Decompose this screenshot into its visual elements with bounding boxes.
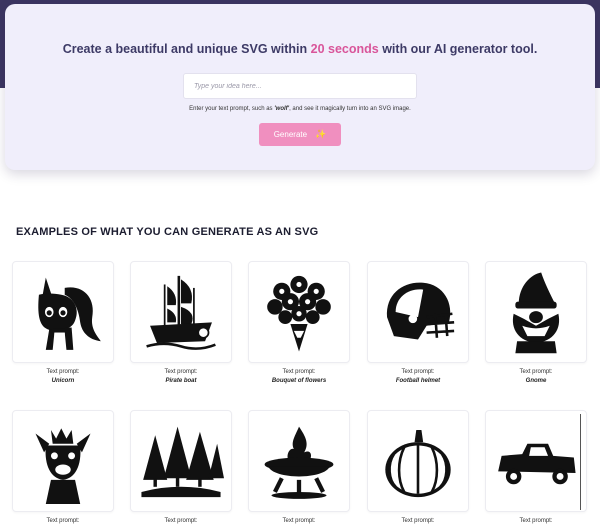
- example-caption: Text prompt:: [164, 518, 198, 524]
- example-card-pumpkin[interactable]: [367, 410, 469, 512]
- prompt-hint: Enter your text prompt, such as 'wolf', …: [189, 106, 411, 112]
- example-caption: Text prompt:: [282, 518, 316, 524]
- bouquet-image: [267, 275, 331, 352]
- hero-title: Create a beautiful and unique SVG within…: [62, 42, 538, 56]
- hint-example: 'wolf': [274, 106, 290, 112]
- pickup-truck-image: [498, 443, 576, 485]
- example-name: Bouquet of flowers: [271, 378, 327, 384]
- example-caption: Text prompt:: [519, 518, 553, 524]
- sparkle-icon: ✨: [315, 129, 327, 139]
- example-card-pirate-boat[interactable]: [130, 261, 232, 363]
- example-card-football-helmet[interactable]: [367, 261, 469, 363]
- example-card-unicorn[interactable]: [12, 261, 114, 363]
- example-card-llama[interactable]: [12, 410, 114, 512]
- example-caption: Text prompt: Gnome: [485, 368, 587, 386]
- example-name: Gnome: [525, 378, 547, 384]
- pine-trees-image: [141, 426, 224, 498]
- football-helmet-image: [386, 282, 455, 340]
- examples-title: EXAMPLES OF WHAT YOU CAN GENERATE AS AN …: [16, 226, 319, 238]
- example-caption: Text prompt:: [46, 518, 80, 524]
- gnome-image: [512, 272, 560, 354]
- unicorn-image: [38, 277, 101, 350]
- example-caption: Text prompt: Pirate boat: [130, 368, 232, 386]
- fire-pit-image: [264, 426, 334, 499]
- example-caption: Text prompt: Bouquet of flowers: [248, 368, 350, 386]
- example-caption: Text prompt: Football helmet: [367, 368, 469, 386]
- scroll-edge: [580, 414, 581, 510]
- example-name: Football helmet: [395, 378, 441, 384]
- example-card-bouquet[interactable]: [248, 261, 350, 363]
- generator-panel: Create a beautiful and unique SVG within…: [5, 4, 595, 170]
- example-card-pine-trees[interactable]: [130, 410, 232, 512]
- example-card-gnome[interactable]: [485, 261, 587, 363]
- generate-button[interactable]: Generate ✨: [259, 123, 341, 146]
- example-card-pickup-truck[interactable]: [485, 410, 587, 512]
- generate-label: Generate: [273, 130, 308, 139]
- pumpkin-image: [385, 430, 451, 498]
- example-card-fire-pit[interactable]: [248, 410, 350, 512]
- example-name: Unicorn: [51, 378, 75, 384]
- example-caption: Text prompt:: [401, 518, 435, 524]
- pirate-boat-image: [146, 275, 216, 350]
- example-name: Pirate boat: [165, 378, 197, 384]
- hero-title-accent: 20 seconds: [310, 42, 379, 56]
- llama-image: [35, 428, 91, 504]
- prompt-input[interactable]: [183, 73, 417, 99]
- example-caption: Text prompt: Unicorn: [12, 368, 114, 386]
